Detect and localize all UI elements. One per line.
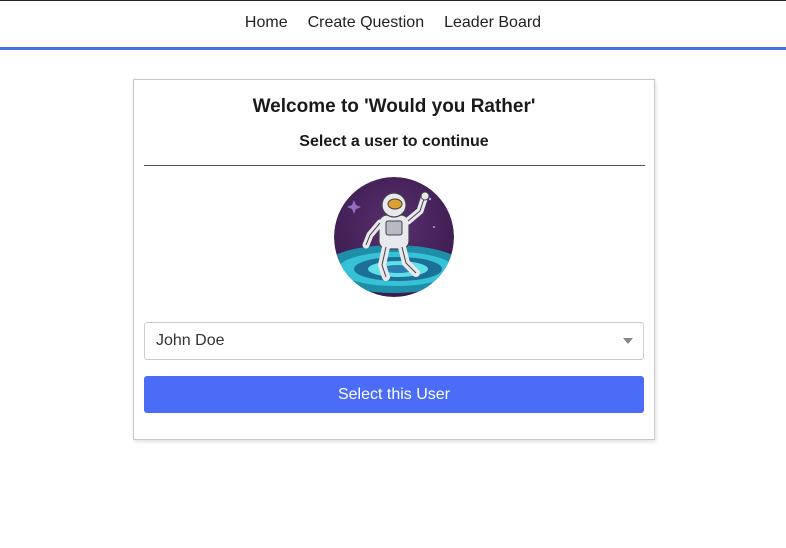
select-user-button[interactable]: Select this User (144, 376, 644, 413)
astronaut-illustration (334, 177, 454, 297)
chevron-down-icon (623, 338, 633, 344)
nav-link-home[interactable]: Home (245, 14, 288, 32)
astronaut-avatar-icon (334, 177, 454, 297)
top-nav-bar: Home Create Question Leader Board (0, 0, 786, 50)
divider (144, 165, 645, 166)
page-subtitle: Select a user to continue (299, 133, 489, 150)
selected-user-value: John Doe (156, 332, 225, 349)
login-card: Welcome to 'Would you Rather' Select a u… (133, 79, 655, 440)
nav-link-leader-board[interactable]: Leader Board (444, 14, 541, 32)
user-select[interactable]: John Doe (144, 322, 644, 360)
nav-link-create-question[interactable]: Create Question (308, 14, 425, 32)
page-title: Welcome to 'Would you Rather' (252, 96, 536, 117)
